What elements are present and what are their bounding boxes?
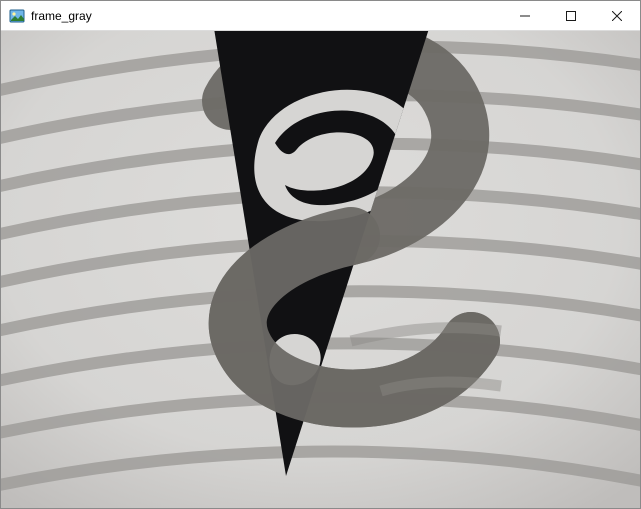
app-image-icon bbox=[9, 8, 25, 24]
minimize-button[interactable] bbox=[502, 1, 548, 31]
window-title: frame_gray bbox=[31, 9, 100, 23]
close-button[interactable] bbox=[594, 1, 640, 31]
image-viewport bbox=[1, 31, 640, 508]
maximize-button[interactable] bbox=[548, 1, 594, 31]
app-window: frame_gray bbox=[0, 0, 641, 509]
titlebar[interactable]: frame_gray bbox=[1, 1, 640, 31]
frame-gray-image bbox=[1, 31, 640, 508]
